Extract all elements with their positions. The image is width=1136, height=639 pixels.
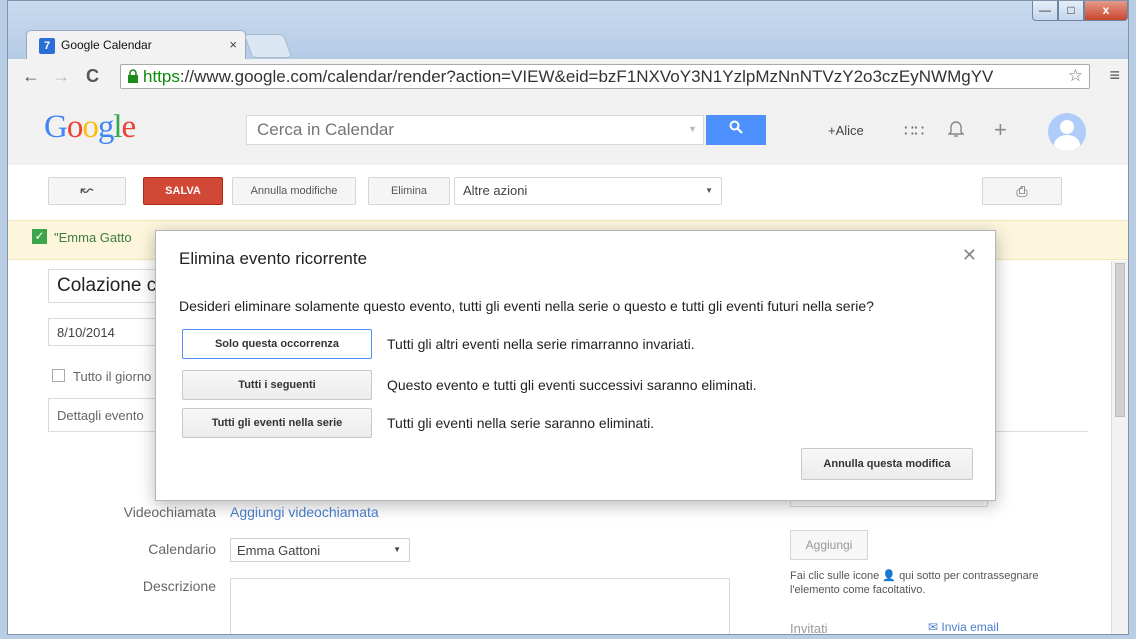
- notification-text: "Emma Gatto: [54, 230, 132, 245]
- minimize-button[interactable]: —: [1032, 1, 1058, 21]
- lock-icon: [127, 69, 139, 83]
- close-window-button[interactable]: x: [1084, 1, 1128, 21]
- search-button[interactable]: [706, 115, 766, 145]
- browser-tab[interactable]: 7 Google Calendar ×: [26, 30, 246, 60]
- user-profile-link[interactable]: +Alice: [828, 123, 864, 138]
- save-button[interactable]: SALVA: [143, 177, 223, 205]
- delete-recurring-event-dialog: Elimina evento ricorrente ✕ Desideri eli…: [155, 230, 996, 501]
- description-label: Descrizione: [142, 578, 216, 594]
- apps-grid-icon[interactable]: ∷∷: [904, 121, 924, 141]
- delete-button[interactable]: Elimina: [368, 177, 450, 205]
- all-events-in-series-text: Tutti gli eventi nella serie saranno eli…: [387, 415, 655, 431]
- page-scrollbar[interactable]: [1111, 261, 1128, 634]
- google-logo[interactable]: Google: [44, 109, 137, 146]
- add-video-call-link[interactable]: Aggiungi videochiamata: [230, 504, 379, 520]
- search-input[interactable]: [247, 116, 687, 144]
- tab-close-icon[interactable]: ×: [229, 37, 237, 52]
- tab-event-details[interactable]: Dettagli evento: [48, 398, 168, 432]
- chrome-menu-icon[interactable]: ≡: [1109, 65, 1120, 86]
- avatar[interactable]: [1048, 113, 1086, 151]
- guests-heading: Invitati: [790, 621, 828, 635]
- logo-letter: g: [97, 109, 114, 145]
- title-bar: 7 Google Calendar × — □ x: [8, 1, 1128, 60]
- address-bar[interactable]: https://www.google.com/calendar/render?a…: [120, 64, 1090, 89]
- calendar-label: Calendario: [148, 541, 216, 557]
- only-this-occurrence-text: Tutti gli altri eventi nella serie rimar…: [387, 336, 695, 352]
- calendar-favicon-icon: 7: [39, 38, 55, 54]
- all-day-checkbox[interactable]: Tutto il giorno: [52, 369, 151, 384]
- logo-letter: G: [44, 109, 68, 145]
- maximize-button[interactable]: □: [1058, 1, 1084, 21]
- discard-changes-button[interactable]: Annulla modifiche: [232, 177, 356, 205]
- notifications-bell-icon[interactable]: [947, 119, 965, 142]
- all-following-button[interactable]: Tutti i seguenti: [182, 370, 372, 400]
- dialog-title: Elimina evento ricorrente: [179, 249, 368, 268]
- back-to-calendar-button[interactable]: ↜: [48, 177, 126, 205]
- reload-icon[interactable]: C: [86, 66, 99, 87]
- event-date-field[interactable]: 8/10/2014: [48, 318, 168, 346]
- browser-toolbar: ← → C https://www.google.com/calendar/re…: [8, 59, 1128, 96]
- chevron-down-icon: ▼: [393, 545, 401, 554]
- calendar-select[interactable]: Emma Gattoni ▼: [230, 538, 410, 562]
- logo-letter: e: [121, 109, 137, 145]
- close-icon[interactable]: ✕: [962, 245, 977, 266]
- google-header: Google ▼ +Alice ∷∷ +: [8, 95, 1128, 166]
- search-options-caret-icon[interactable]: ▼: [688, 124, 697, 134]
- send-email-link[interactable]: ✉ Invia email: [928, 620, 999, 634]
- tab-title: Google Calendar: [61, 38, 152, 52]
- bookmark-star-icon[interactable]: ☆: [1068, 66, 1083, 86]
- all-following-text: Questo evento e tutti gli eventi success…: [387, 377, 757, 393]
- cancel-change-button[interactable]: Annulla questa modifica: [801, 448, 973, 480]
- print-icon[interactable]: ⎙: [982, 177, 1062, 205]
- search-icon: [729, 120, 743, 134]
- event-action-bar: ↜ SALVA Annulla modifiche Elimina Altre …: [8, 165, 1128, 217]
- more-actions-dropdown[interactable]: Altre azioni ▼: [454, 177, 722, 205]
- description-textarea[interactable]: [230, 578, 730, 634]
- share-plus-icon[interactable]: +: [994, 117, 1007, 143]
- logo-letter: o: [82, 109, 98, 145]
- search-box[interactable]: ▼: [246, 115, 704, 145]
- video-call-label: Videochiamata: [123, 504, 216, 520]
- new-tab-button[interactable]: [243, 34, 293, 58]
- chevron-down-icon: ▼: [705, 186, 713, 195]
- dialog-question: Desideri eliminare solamente questo even…: [179, 298, 874, 314]
- back-arrow-icon[interactable]: ←: [22, 66, 40, 87]
- url-text: https://www.google.com/calendar/render?a…: [143, 67, 994, 86]
- all-events-in-series-button[interactable]: Tutti gli eventi nella serie: [182, 408, 372, 438]
- add-guest-button[interactable]: Aggiungi: [790, 530, 868, 560]
- forward-arrow-icon[interactable]: →: [52, 66, 70, 87]
- logo-letter: l: [113, 109, 122, 145]
- checkmark-icon: ✓: [32, 229, 47, 244]
- guest-hint-text: Fai clic sulle icone 👤 qui sotto per con…: [790, 570, 1039, 596]
- browser-window: 7 Google Calendar × — □ x ← → C https://…: [7, 0, 1129, 635]
- only-this-occurrence-button[interactable]: Solo questa occorrenza: [182, 329, 372, 359]
- logo-letter: o: [66, 109, 83, 145]
